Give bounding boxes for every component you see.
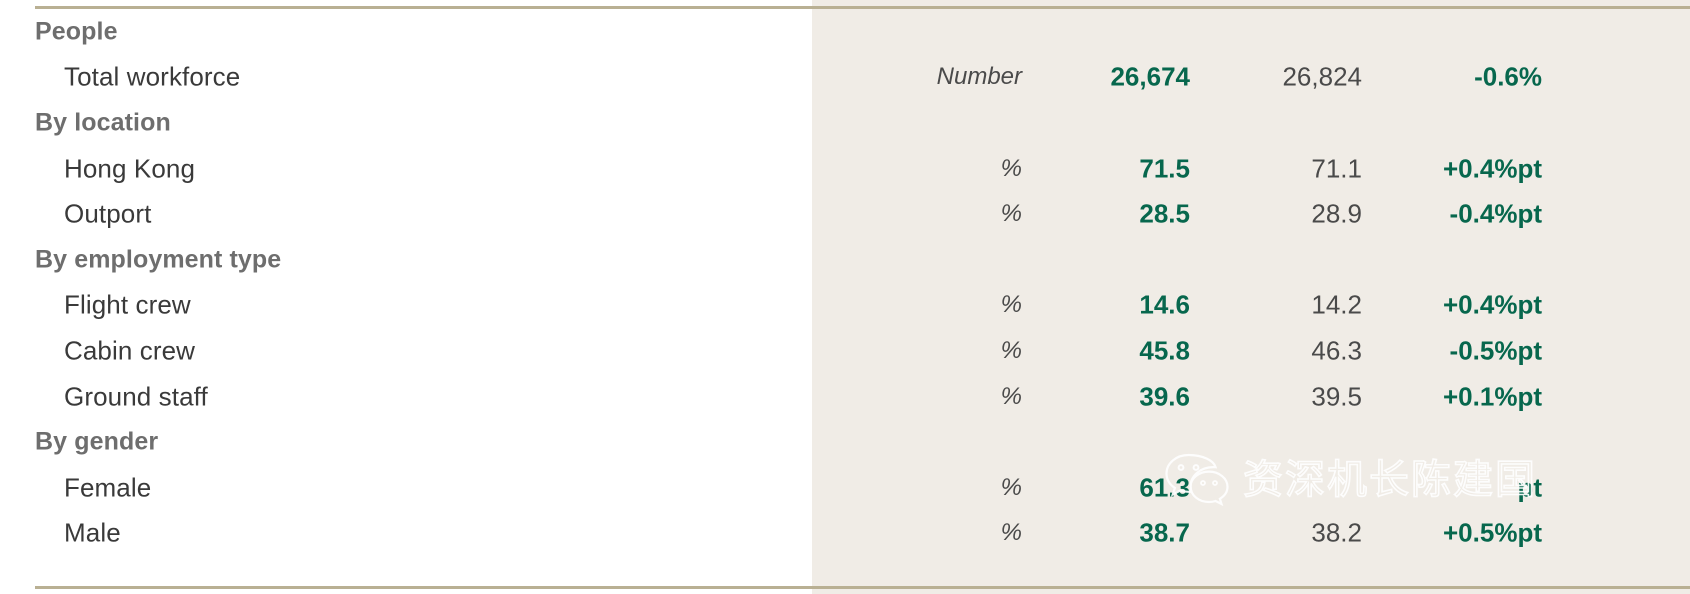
row-unit: % [1000, 519, 1022, 547]
row-label: Female [64, 472, 152, 503]
row-current-value: 14.6 [1139, 289, 1190, 320]
row-unit: Number [936, 63, 1022, 91]
row-delta-value: +0.4%pt [1443, 289, 1542, 320]
row-unit: % [1000, 291, 1022, 319]
row-previous-value: 38.2 [1311, 517, 1362, 548]
row-delta-value: -0.4%pt [1449, 198, 1542, 229]
row-unit: % [1000, 154, 1022, 182]
row-previous-value: 39.5 [1311, 381, 1362, 412]
row-label: Hong Kong [64, 153, 196, 184]
table-row: Cabin crew% 45.8 46.3 -0.5%pt [0, 328, 1690, 374]
row-label: Flight crew [64, 289, 191, 320]
row-current-value: 71.5 [1139, 153, 1190, 184]
table-group-heading: By gender [0, 419, 1690, 465]
row-previous-value: 28.9 [1311, 198, 1362, 229]
table-row: Female% 61.3 pt [0, 465, 1690, 511]
row-current-value: 28.5 [1139, 198, 1190, 229]
group-heading-label: People [35, 17, 118, 46]
table-row: Male% 38.7 38.2 +0.5%pt [0, 511, 1690, 557]
report-table-sheet: People Total workforce Number 26,674 26,824 -… [0, 0, 1690, 594]
row-unit: % [1000, 473, 1022, 501]
row-delta-value: +0.5%pt [1443, 517, 1542, 548]
row-delta-value: -0.5%pt [1449, 335, 1542, 366]
table-row: Outport% 28.5 28.9 -0.4%pt [0, 191, 1690, 237]
row-current-value: 45.8 [1139, 335, 1190, 366]
row-current-value: 26,674 [1110, 61, 1190, 92]
row-label: Outport [64, 198, 152, 229]
table-row: Hong Kong% 71.5 71.1 +0.4%pt [0, 146, 1690, 192]
row-unit: % [1000, 382, 1022, 410]
group-heading-label: By gender [35, 427, 159, 456]
group-heading-label: By employment type [35, 245, 282, 274]
table-row: Ground staff% 39.6 39.5 +0.1%pt [0, 374, 1690, 420]
table-row: Flight crew% 14.6 14.2 +0.4%pt [0, 283, 1690, 329]
row-delta-value: -0.6% [1474, 61, 1542, 92]
row-delta-value: +0.4%pt [1443, 153, 1542, 184]
table-group-heading: People [0, 9, 1690, 55]
table-group-heading: By location [0, 100, 1690, 146]
row-delta-value: pt [1517, 472, 1542, 503]
group-heading-label: By location [35, 108, 171, 137]
table-group-heading: By employment type [0, 237, 1690, 283]
row-label: Total workforce [64, 61, 241, 92]
table-bottom-rule [35, 586, 1690, 589]
row-previous-value: 14.2 [1311, 289, 1362, 320]
row-current-value: 39.6 [1139, 381, 1190, 412]
row-delta-value: +0.1%pt [1443, 381, 1542, 412]
row-unit: % [1000, 200, 1022, 228]
row-unit: % [1000, 336, 1022, 364]
row-previous-value: 26,824 [1282, 61, 1362, 92]
row-current-value: 61.3 [1139, 472, 1190, 503]
row-label: Cabin crew [64, 335, 196, 366]
row-label: Ground staff [64, 381, 208, 412]
table-row: Total workforce Number 26,674 26,824 -0.6% [0, 55, 1690, 101]
people-metrics-table: People Total workforce Number 26,674 26,824 -… [0, 9, 1690, 556]
row-label: Male [64, 517, 121, 548]
row-previous-value: 71.1 [1311, 153, 1362, 184]
row-previous-value: 46.3 [1311, 335, 1362, 366]
row-current-value: 38.7 [1139, 517, 1190, 548]
